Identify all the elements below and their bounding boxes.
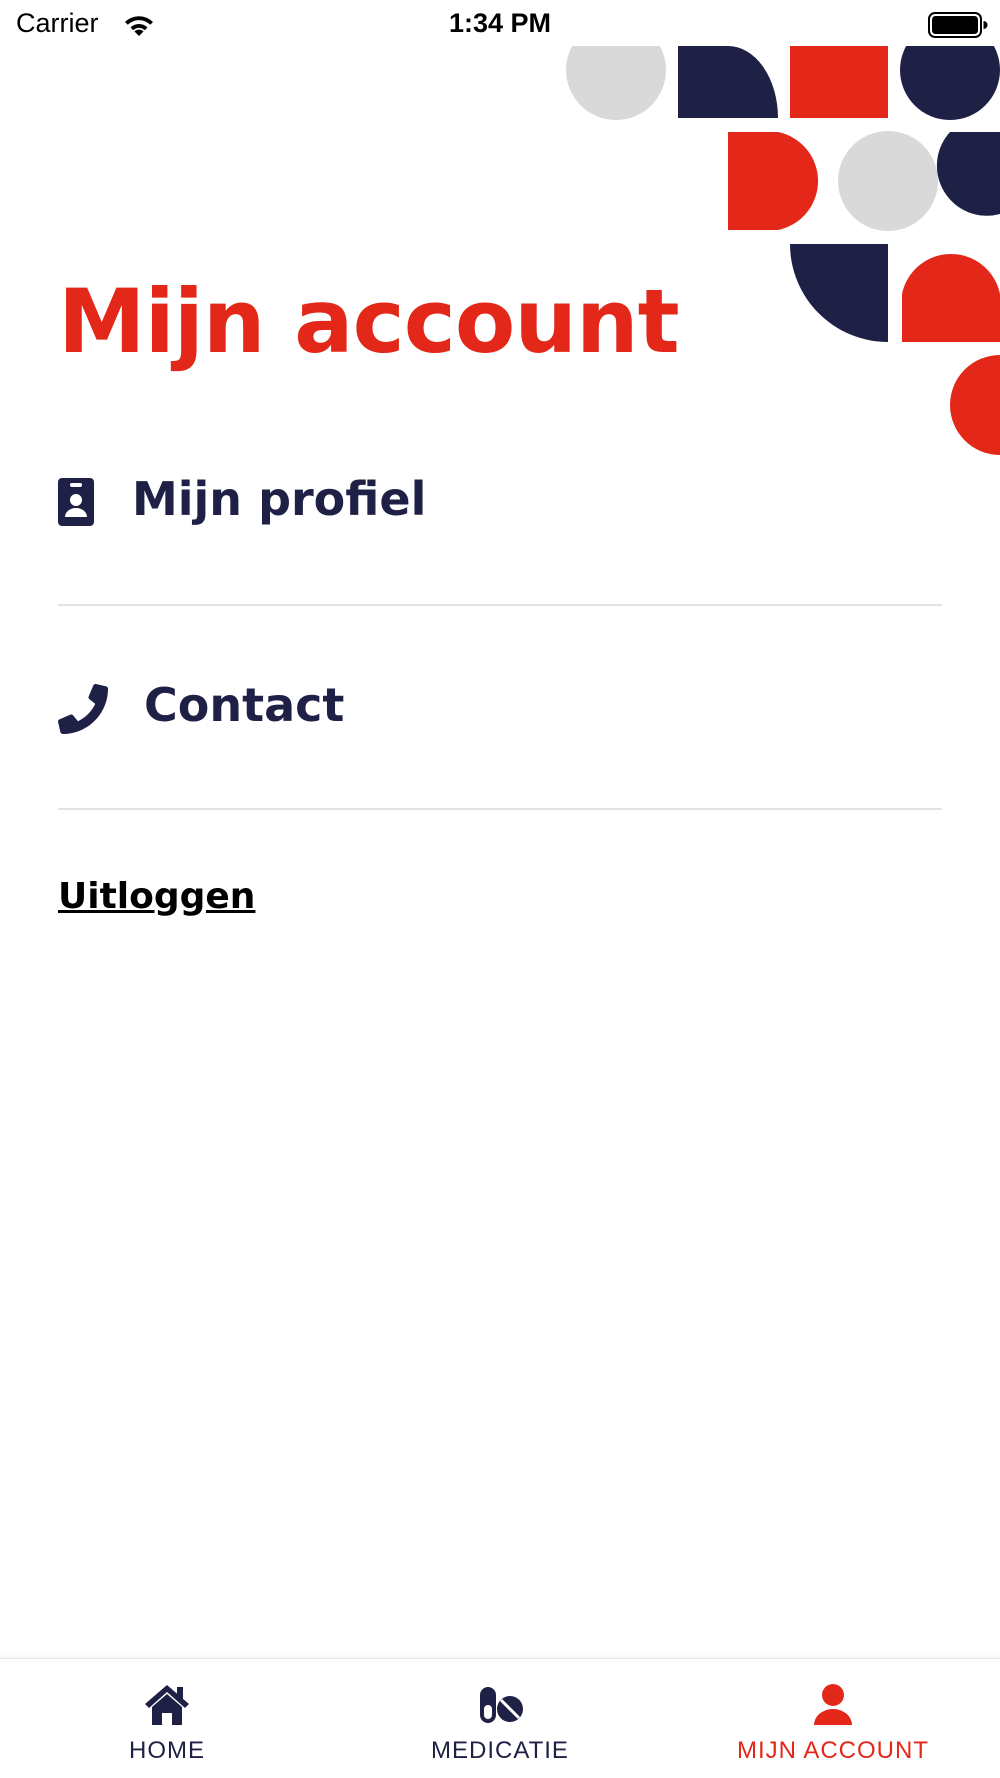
tab-bar: HOME MEDICATIE MIJN ACCOUNT: [0, 1658, 1000, 1778]
logout-link[interactable]: Uitloggen: [58, 876, 255, 917]
menu-item-label: Contact: [144, 678, 345, 732]
home-icon: [145, 1685, 189, 1725]
tab-label: MEDICATIE: [431, 1737, 569, 1764]
pills-icon: [480, 1687, 523, 1723]
tab-home[interactable]: HOME: [0, 1659, 334, 1778]
page-title: Mijn account: [58, 270, 680, 373]
user-icon: [814, 1684, 852, 1725]
tab-label: HOME: [129, 1737, 205, 1764]
tab-medicatie[interactable]: MEDICATIE: [333, 1659, 667, 1778]
menu-item-label: Mijn profiel: [132, 472, 427, 526]
menu-item-my-profile[interactable]: Mijn profiel: [58, 400, 942, 600]
tab-mijn-account[interactable]: MIJN ACCOUNT: [666, 1659, 1000, 1778]
status-bar: Carrier 1:34 PM: [0, 0, 1000, 50]
id-badge-icon: [58, 478, 94, 526]
battery-icon: [928, 12, 988, 38]
divider: [58, 808, 942, 810]
clock: 1:34 PM: [448, 8, 552, 38]
phone-icon: [58, 684, 108, 734]
account-screen: Carrier 1:34 PM Mijn account Mijn profie…: [0, 0, 1000, 1778]
tab-label: MIJN ACCOUNT: [737, 1737, 929, 1764]
menu-item-contact[interactable]: Contact: [58, 606, 942, 806]
